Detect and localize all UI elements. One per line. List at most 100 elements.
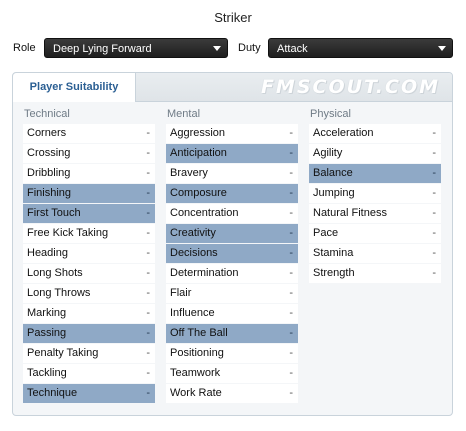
watermark-logo: FMSCOUT.COM — [260, 76, 440, 98]
attribute-value: - — [289, 127, 293, 139]
attribute-row: Acceleration - — [309, 124, 441, 143]
attribute-row: Work Rate - — [166, 384, 298, 403]
attribute-name: Anticipation — [170, 147, 227, 159]
attribute-value: - — [289, 287, 293, 299]
attribute-name: Penalty Taking — [27, 347, 99, 359]
attribute-row: Long Throws - — [23, 284, 155, 303]
attribute-value: - — [146, 347, 150, 359]
attribute-value: - — [289, 267, 293, 279]
attribute-row: Off The Ball - — [166, 324, 298, 343]
column-physical: Physical Acceleration - Agility - Balance - Ju… — [309, 106, 441, 283]
chevron-down-icon — [213, 46, 221, 51]
attribute-value: - — [146, 187, 150, 199]
attribute-name: Crossing — [27, 147, 71, 159]
page-title: Striker — [214, 10, 252, 25]
duty-select-value: Attack — [277, 43, 308, 55]
attribute-list: Acceleration - Agility - Balance - Jumping - Nat… — [309, 124, 441, 283]
attribute-value: - — [289, 167, 293, 179]
attribute-value: - — [146, 207, 150, 219]
attribute-value: - — [432, 167, 436, 179]
attribute-value: - — [432, 147, 436, 159]
attribute-name: Long Shots — [27, 267, 83, 279]
attribute-row: Agility - — [309, 144, 441, 163]
attribute-name: Tackling — [27, 367, 67, 379]
attribute-value: - — [146, 327, 150, 339]
attribute-value: - — [146, 167, 150, 179]
attribute-value: - — [289, 187, 293, 199]
attribute-name: Stamina — [313, 247, 354, 259]
attribute-value: - — [432, 247, 436, 259]
suitability-panel: Player Suitability FMSCOUT.COM Technical… — [12, 72, 453, 416]
attribute-name: Free Kick Taking — [27, 227, 109, 239]
duty-select[interactable]: Attack — [268, 38, 453, 58]
attribute-name: Aggression — [170, 127, 226, 139]
attribute-row: Jumping - — [309, 184, 441, 203]
attribute-name: Positioning — [170, 347, 224, 359]
attribute-name: Finishing — [27, 187, 72, 199]
column-heading: Mental — [167, 108, 201, 120]
attribute-value: - — [289, 327, 293, 339]
attribute-name: Technique — [27, 387, 78, 399]
attribute-row: Long Shots - — [23, 264, 155, 283]
attribute-value: - — [146, 387, 150, 399]
attribute-row: Crossing - — [23, 144, 155, 163]
attribute-value: - — [289, 207, 293, 219]
attribute-value: - — [289, 147, 293, 159]
attribute-name: Natural Fitness — [313, 207, 387, 219]
attribute-row: Determination - — [166, 264, 298, 283]
attribute-value: - — [432, 187, 436, 199]
attribute-row: Finishing - — [23, 184, 155, 203]
attribute-value: - — [432, 267, 436, 279]
attribute-value: - — [146, 147, 150, 159]
attribute-name: Flair — [170, 287, 192, 299]
attribute-value: - — [289, 347, 293, 359]
attribute-value: - — [432, 127, 436, 139]
attribute-value: - — [146, 267, 150, 279]
attribute-value: - — [432, 207, 436, 219]
attribute-row: Passing - — [23, 324, 155, 343]
attribute-row: Concentration - — [166, 204, 298, 223]
attribute-value: - — [146, 307, 150, 319]
attribute-value: - — [146, 367, 150, 379]
attribute-row: Aggression - — [166, 124, 298, 143]
column-heading: Technical — [24, 108, 70, 120]
attribute-row: Teamwork - — [166, 364, 298, 383]
attribute-row: Composure - — [166, 184, 298, 203]
role-label: Role — [13, 42, 36, 54]
attribute-row: First Touch - — [23, 204, 155, 223]
attribute-name: Corners — [27, 127, 67, 139]
attribute-name: Off The Ball — [170, 327, 228, 339]
attribute-row: Anticipation - — [166, 144, 298, 163]
attribute-name: Agility — [313, 147, 343, 159]
attribute-row: Balance - — [309, 164, 441, 183]
attribute-name: Marking — [27, 307, 67, 319]
tab-bar: Player Suitability FMSCOUT.COM — [13, 73, 452, 102]
attribute-value: - — [289, 387, 293, 399]
attribute-value: - — [146, 127, 150, 139]
attribute-name: Pace — [313, 227, 339, 239]
attribute-name: Composure — [170, 187, 227, 199]
attribute-row: Natural Fitness - — [309, 204, 441, 223]
attribute-name: Acceleration — [313, 127, 374, 139]
column-mental: Mental Aggression - Anticipation - Bravery - C… — [166, 106, 298, 403]
attribute-row: Tackling - — [23, 364, 155, 383]
attribute-value: - — [289, 247, 293, 259]
attribute-row: Dribbling - — [23, 164, 155, 183]
attribute-row: Technique - — [23, 384, 155, 403]
role-select[interactable]: Deep Lying Forward — [44, 38, 228, 58]
attribute-row: Positioning - — [166, 344, 298, 363]
tab-player-suitability[interactable]: Player Suitability — [13, 73, 136, 102]
attribute-row: Stamina - — [309, 244, 441, 263]
attribute-name: Strength — [313, 267, 355, 279]
attribute-list: Corners - Crossing - Dribbling - Finishing - Fir… — [23, 124, 155, 403]
attribute-row: Corners - — [23, 124, 155, 143]
column-heading: Physical — [310, 108, 351, 120]
attribute-name: Work Rate — [170, 387, 222, 399]
attribute-value: - — [146, 247, 150, 259]
attribute-row: Marking - — [23, 304, 155, 323]
attribute-list: Aggression - Anticipation - Bravery - Composur… — [166, 124, 298, 403]
attribute-value: - — [289, 367, 293, 379]
attribute-row: Decisions - — [166, 244, 298, 263]
attribute-name: Determination — [170, 267, 239, 279]
attribute-row: Flair - — [166, 284, 298, 303]
